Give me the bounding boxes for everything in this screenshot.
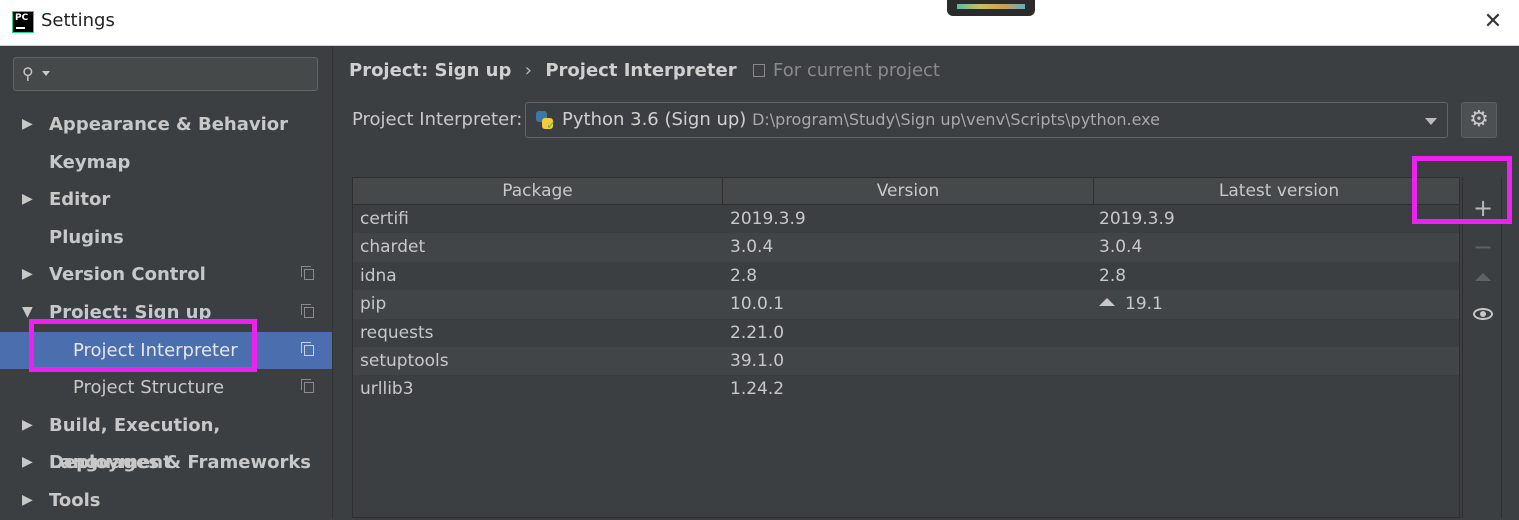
package-name-cell: pip [360, 294, 387, 315]
package-version-cell: 10.0.1 [730, 294, 785, 315]
overlay-meter-widget [947, 0, 1035, 16]
table-row[interactable]: certifi 2019.3.9 2019.3.9 [353, 205, 1459, 233]
sidebar-item-label: Project Structure [73, 377, 225, 399]
sidebar-item-appearance-behavior[interactable]: ▶ Appearance & Behavior [0, 106, 332, 144]
pycharm-logo-icon: PC [12, 11, 34, 33]
packages-table: Package Version Latest version certifi 20… [352, 177, 1460, 518]
package-name-cell: idna [360, 265, 397, 286]
window-title: Settings [41, 10, 115, 31]
latest-version-text: 2019.3.9 [1099, 209, 1175, 229]
highlight-box-add-button [1412, 156, 1512, 224]
interpreter-path: D:\program\Study\Sign up\venv\Scripts\py… [752, 110, 1160, 129]
project-scope-icon [753, 64, 765, 77]
upgrade-package-icon[interactable] [1475, 273, 1491, 281]
package-version-cell: 3.0.4 [730, 237, 774, 258]
app-icon-text: PC [15, 13, 29, 23]
package-latest-version-cell: 2019.3.9 [1099, 205, 1175, 233]
sidebar-item-editor[interactable]: ▶ Editor [0, 181, 332, 219]
table-row[interactable]: urllib3 1.24.2 [353, 375, 1459, 403]
column-header-version[interactable]: Version [723, 178, 1094, 204]
project-scope-icon [301, 341, 314, 356]
expand-right-icon[interactable]: ▶ [22, 181, 33, 219]
eye-icon[interactable] [1473, 308, 1493, 320]
package-name-cell: requests [360, 322, 434, 343]
breadcrumb-separator: › [524, 60, 532, 81]
sidebar-item-label: Plugins [49, 226, 124, 248]
package-name-cell: chardet [360, 237, 426, 258]
package-name-cell: certifi [360, 209, 409, 229]
column-header-latest-version[interactable]: Latest version [1094, 178, 1459, 204]
sidebar-item-label: Appearance & Behavior [49, 114, 289, 135]
search-options-icon[interactable] [42, 71, 50, 76]
breadcrumb-parent[interactable]: Project: Sign up [349, 60, 511, 81]
dropdown-arrow-icon[interactable] [1425, 118, 1437, 125]
sidebar-item-keymap[interactable]: Keymap [0, 144, 332, 182]
interpreter-label: Project Interpreter: [352, 109, 523, 130]
breadcrumb: Project: Sign up › Project Interpreter [349, 60, 737, 81]
table-row[interactable]: requests 2.21.0 [353, 319, 1459, 347]
settings-tree: ▶ Appearance & Behavior Keymap ▶ Editor Plugi… [0, 106, 332, 520]
python-icon: ✓ [534, 110, 556, 132]
column-header-package[interactable]: Package [353, 178, 723, 204]
package-latest-version-cell: 2.8 [1099, 262, 1126, 290]
sidebar-item-label: Tools [49, 489, 101, 511]
search-input[interactable] [56, 62, 315, 88]
interpreter-name: Python 3.6 (Sign up) [562, 109, 747, 130]
sidebar-item-label: Keymap [49, 151, 131, 173]
sidebar-item-build-execution-deployment[interactable]: ▶ Build, Execution, Deployment [0, 407, 332, 474]
close-button[interactable]: ✕ [1481, 10, 1505, 34]
package-version-cell: 2.21.0 [730, 322, 785, 343]
scope-label: For current project [773, 60, 940, 81]
package-version-cell: 39.1.0 [730, 350, 785, 371]
table-row[interactable]: idna 2.8 2.8 [353, 262, 1459, 290]
sidebar-item-tools[interactable]: ▶ Tools [0, 482, 332, 520]
expand-right-icon[interactable]: ▶ [22, 444, 33, 482]
search-icon: ⚲ [22, 64, 34, 83]
expand-right-icon[interactable]: ▶ [22, 407, 33, 445]
sidebar-item-languages-frameworks[interactable]: ▶ Languages & Frameworks [0, 444, 332, 482]
scope-indicator: For current project [753, 60, 940, 81]
table-row[interactable]: setuptools 39.1.0 [353, 346, 1459, 376]
upgrade-available-icon [1099, 298, 1115, 307]
package-latest-version-cell: 19.1 [1099, 290, 1163, 318]
settings-sidebar: ⚲ ▶ Appearance & Behavior Keymap ▶ Editor Plu… [0, 46, 333, 518]
sidebar-item-plugins[interactable]: Plugins [0, 219, 332, 257]
table-row[interactable]: pip 10.0.1 19.1 [353, 290, 1459, 319]
package-version-cell: 2.8 [730, 265, 758, 286]
project-scope-icon [301, 379, 314, 394]
sidebar-item-label: Languages & Frameworks [49, 452, 312, 474]
sidebar-item-project-structure[interactable]: Project Structure [0, 369, 332, 407]
table-row[interactable]: chardet 3.0.4 3.0.4 [353, 233, 1459, 262]
search-field[interactable]: ⚲ [13, 57, 318, 91]
package-version-cell: 1.24.2 [730, 379, 785, 400]
remove-package-button[interactable]: − [1463, 232, 1503, 262]
table-body: certifi 2019.3.9 2019.3.9 chardet 3.0.4 3.0.4… [353, 205, 1459, 404]
highlight-box-interpreter [29, 319, 257, 372]
project-scope-icon [301, 266, 314, 281]
gear-icon[interactable]: ⚙ [1461, 102, 1497, 138]
latest-version-text: 3.0.4 [1099, 237, 1143, 258]
package-name-cell: urllib3 [360, 379, 414, 400]
sidebar-item-label: Version Control [49, 264, 206, 286]
package-version-cell: 2019.3.9 [730, 209, 806, 229]
package-latest-version-cell: 3.0.4 [1099, 233, 1142, 261]
breadcrumb-current: Project Interpreter [545, 60, 737, 81]
expand-right-icon[interactable]: ▶ [22, 106, 33, 144]
expand-right-icon[interactable]: ▶ [22, 482, 33, 520]
table-header: Package Version Latest version [353, 178, 1459, 205]
latest-version-text: 2.8 [1099, 265, 1127, 286]
title-bar: PC Settings ✕ [0, 0, 1519, 46]
package-name-cell: setuptools [360, 350, 449, 371]
expand-right-icon[interactable]: ▶ [22, 256, 33, 294]
sidebar-item-version-control[interactable]: ▶ Version Control [0, 256, 332, 294]
project-scope-icon [301, 303, 314, 318]
main-panel: Project: Sign up › Project Interpreter For… [333, 46, 1519, 518]
latest-version-text: 19.1 [1125, 294, 1163, 315]
interpreter-select[interactable]: ✓ Python 3.6 (Sign up) D:\program\Study\… [525, 102, 1448, 138]
packages-toolbar: + − [1462, 177, 1502, 518]
sidebar-item-label: Editor [49, 189, 111, 211]
